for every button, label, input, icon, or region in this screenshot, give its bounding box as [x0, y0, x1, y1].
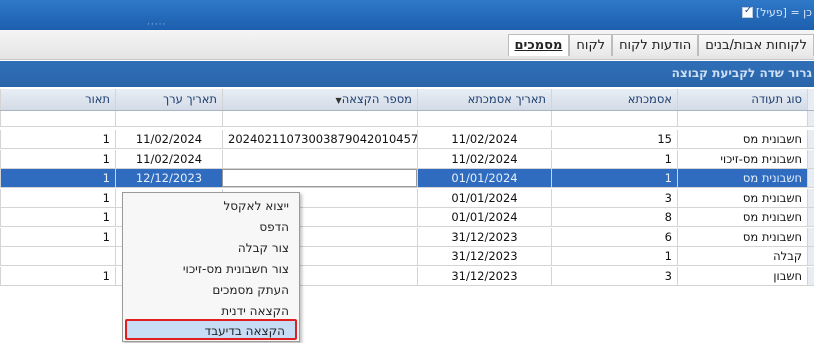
table-row[interactable]: 1 11/02/2024 11/02/2024 1 חשבונית מס-זיכוי — [0, 149, 814, 169]
row-selector[interactable] — [807, 188, 814, 207]
group-by-panel[interactable]: גרור שדה לקביעת קבוצה — [0, 61, 814, 87]
grid-header: תאור תאריך ערך מספר הקצאה▼ תאריך אסמכתא … — [0, 89, 814, 111]
cell-asmachta[interactable]: 15 — [551, 130, 677, 148]
filter-cell-description[interactable] — [0, 111, 115, 126]
filter-cell-document-type[interactable] — [677, 111, 807, 126]
menu-item-create-receipt[interactable]: צור קבלה — [123, 238, 299, 259]
cell-value-date[interactable]: 11/02/2024 — [115, 130, 222, 148]
cell-description[interactable]: 1 — [0, 169, 115, 187]
column-header-document-type[interactable]: סוג תעודה — [677, 89, 807, 110]
cell-description[interactable]: 1 — [0, 227, 115, 246]
tab-customer-messages[interactable]: הודעות לקוח — [612, 34, 699, 56]
cell-asmachta-date[interactable]: 11/02/2024 — [417, 130, 551, 148]
tab-documents[interactable]: מסמכים — [507, 34, 570, 56]
cell-type[interactable]: חשבונית מס — [677, 188, 807, 207]
tab-parent-child-customers[interactable]: לקוחות אבות/בנים — [698, 34, 814, 56]
cell-type[interactable]: קבלה — [677, 247, 807, 265]
cell-asmachta-date[interactable]: 01/01/2024 — [417, 169, 551, 187]
cell-asmachta-date[interactable]: 01/01/2024 — [417, 188, 551, 207]
row-selector[interactable] — [807, 247, 814, 265]
filter-cell-allocation-number[interactable] — [222, 111, 417, 126]
cell-value-date[interactable]: 11/02/2024 — [115, 149, 222, 168]
filter-cell-asmachta[interactable] — [551, 111, 677, 126]
column-header-asmachta[interactable]: אסמכתא — [551, 89, 677, 110]
cell-allocation-number[interactable]: 2024021107300387904201045​7 — [222, 130, 417, 148]
cell-description[interactable] — [0, 247, 115, 265]
splitter-grip-icon[interactable]: ····· — [147, 20, 166, 30]
row-selector[interactable] — [807, 227, 814, 246]
cell-description[interactable]: 1 — [0, 130, 115, 148]
filter-cell-value-date[interactable] — [115, 111, 222, 126]
filter-text: [פעיל] = כן — [755, 6, 812, 19]
top-filter-bar: [פעיל] = כן ····· — [0, 0, 814, 30]
menu-item-export-excel[interactable]: ייצוא לאקסל — [123, 196, 299, 217]
menu-item-print[interactable]: הדפס — [123, 217, 299, 238]
column-header-value-date[interactable]: תאריך ערך — [115, 89, 222, 110]
cell-description[interactable]: 1 — [0, 266, 115, 285]
filter-checkbox[interactable] — [741, 5, 753, 18]
column-header-asmachta-date[interactable]: תאריך אסמכתא — [417, 89, 551, 110]
column-header-description[interactable]: תאור — [0, 89, 115, 110]
group-by-hint: גרור שדה לקביעת קבוצה — [671, 66, 812, 80]
active-filter[interactable]: [פעיל] = כן — [741, 5, 812, 19]
cell-type[interactable]: חשבונית מס — [677, 227, 807, 246]
cell-asmachta[interactable]: 3 — [551, 266, 677, 285]
row-selector[interactable] — [807, 149, 814, 168]
cell-asmachta-date[interactable]: 31/12/2023 — [417, 266, 551, 285]
cell-asmachta[interactable]: 1 — [551, 247, 677, 265]
cell-asmachta-date[interactable]: 01/01/2024 — [417, 208, 551, 226]
cell-asmachta[interactable]: 6 — [551, 227, 677, 246]
cell-description[interactable]: 1 — [0, 188, 115, 207]
column-header-allocation-number[interactable]: מספר הקצאה▼ — [222, 89, 417, 110]
filter-cell-asmachta-date[interactable] — [417, 111, 551, 126]
cell-type[interactable]: חשבון — [677, 266, 807, 285]
cell-type[interactable]: חשבונית מס — [677, 208, 807, 226]
cell-asmachta-date[interactable]: 31/12/2023 — [417, 227, 551, 246]
cell-type[interactable]: חשבונית מס — [677, 130, 807, 148]
cell-description[interactable]: 1 — [0, 208, 115, 226]
menu-item-copy-documents[interactable]: העתק מסמכים — [123, 280, 299, 301]
cell-type[interactable]: חשבונית מס — [677, 169, 807, 187]
cell-asmachta[interactable]: 8 — [551, 208, 677, 226]
filter-icon[interactable] — [807, 111, 814, 126]
grid-filter-row[interactable] — [0, 111, 814, 127]
cell-asmachta-date[interactable]: 31/12/2023 — [417, 247, 551, 265]
tab-customer[interactable]: לקוח — [569, 34, 613, 56]
menu-item-retroactive-allocation[interactable]: הקצאה בדיעבד — [125, 319, 297, 340]
cell-allocation-number[interactable] — [222, 169, 417, 187]
row-selector[interactable] — [807, 130, 814, 148]
table-row[interactable]: 1 11/02/2024 2024021107300387904201045​7 11… — [0, 130, 814, 149]
cell-allocation-number[interactable] — [222, 149, 417, 168]
table-row[interactable]: 112/12/202301/01/20241חשבונית מס◂ — [0, 169, 814, 188]
cell-asmachta-date[interactable]: 11/02/2024 — [417, 149, 551, 168]
row-selector[interactable] — [807, 208, 814, 226]
cell-asmachta[interactable]: 3 — [551, 188, 677, 207]
cell-asmachta[interactable]: 1 — [551, 169, 677, 187]
context-menu: ייצוא לאקסל הדפס צור קבלה צור חשבונית מס… — [122, 192, 300, 342]
menu-item-create-credit-invoice[interactable]: צור חשבונית מס-זיכוי — [123, 259, 299, 280]
row-indicator-header — [807, 89, 814, 110]
row-selector[interactable] — [807, 266, 814, 285]
cell-value-date[interactable]: 12/12/2023 — [115, 169, 222, 187]
cell-asmachta[interactable]: 1 — [551, 149, 677, 168]
cell-description[interactable]: 1 — [0, 149, 115, 168]
tab-bar: מסמכים לקוח הודעות לקוח לקוחות אבות/בנים — [0, 30, 814, 60]
column-header-allocation-number-label: מספר הקצאה — [341, 92, 412, 106]
row-selector[interactable]: ◂ — [807, 169, 814, 187]
cell-type[interactable]: חשבונית מס-זיכוי — [677, 149, 807, 168]
